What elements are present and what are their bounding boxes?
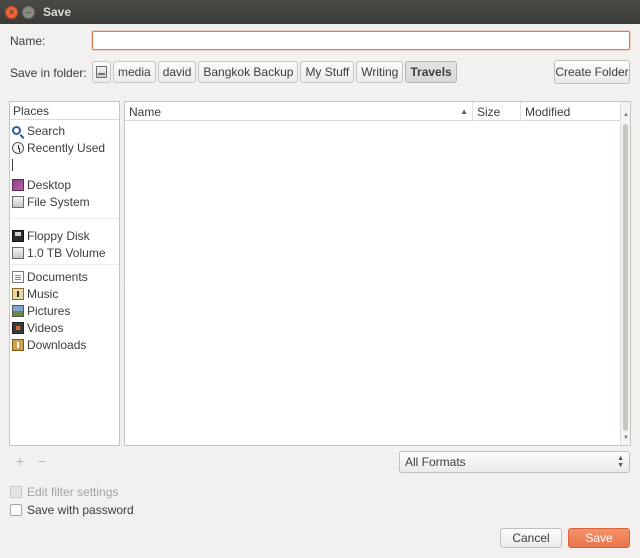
- checkbox-box: [10, 486, 22, 498]
- drive-icon: [12, 195, 24, 208]
- documents-icon: [12, 270, 24, 283]
- save-with-password-label: Save with password: [27, 503, 134, 517]
- pictures-icon: [12, 304, 24, 317]
- scrollbar-thumb[interactable]: [623, 124, 628, 431]
- breadcrumb-david[interactable]: david: [157, 61, 197, 83]
- sort-ascending-icon: ▲: [460, 107, 468, 116]
- window-title: Save: [43, 5, 72, 19]
- column-header-size[interactable]: Size: [473, 102, 521, 121]
- places-item-pictures[interactable]: Pictures: [10, 302, 119, 319]
- file-format-select[interactable]: All Formats ▲ ▼: [399, 451, 630, 473]
- places-item-file-system[interactable]: File System: [10, 193, 119, 210]
- file-list[interactable]: Name ▲ Size Modified ▲ ▼: [124, 101, 631, 446]
- music-icon: [12, 287, 24, 300]
- recent-icon: [12, 141, 24, 154]
- places-item-floppy-disk[interactable]: Floppy Disk: [10, 227, 119, 244]
- places-item-music[interactable]: Music: [10, 285, 119, 302]
- places-item-desktop[interactable]: Desktop: [10, 176, 119, 193]
- drive-icon: [96, 66, 107, 78]
- save-with-password-checkbox[interactable]: Save with password: [10, 503, 134, 517]
- places-item-label: Music: [27, 286, 59, 301]
- places-separator: [10, 218, 119, 219]
- remove-bookmark-button[interactable]: −: [35, 454, 49, 468]
- places-item-label: Search: [27, 123, 66, 138]
- breadcrumb-media[interactable]: media: [113, 61, 156, 83]
- column-header-modified[interactable]: Modified: [521, 102, 620, 121]
- breadcrumb-my-stuff[interactable]: My Stuff: [300, 61, 355, 83]
- places-item-label: Downloads: [27, 337, 87, 352]
- places-item-label: Documents: [27, 269, 88, 284]
- search-icon: [12, 126, 21, 135]
- videos-icon: [12, 321, 24, 334]
- file-format-value: All Formats: [405, 455, 466, 469]
- places-item-recently-used[interactable]: Recently Used: [10, 139, 119, 156]
- breadcrumb-root-drive[interactable]: [92, 61, 111, 83]
- places-separator: [10, 264, 119, 265]
- places-item-label: 1.0 TB Volume: [27, 245, 106, 260]
- file-list-scrollbar[interactable]: ▲ ▼: [620, 102, 630, 445]
- name-input[interactable]: [92, 31, 630, 50]
- create-folder-button[interactable]: Create Folder: [554, 60, 630, 84]
- minimize-icon[interactable]: –: [22, 5, 35, 19]
- places-header[interactable]: Places: [10, 102, 119, 120]
- breadcrumb-travels[interactable]: Travels: [405, 61, 457, 83]
- desktop-icon: [12, 178, 24, 191]
- scroll-up-icon[interactable]: ▲: [621, 110, 630, 120]
- save-button[interactable]: Save: [568, 528, 630, 548]
- breadcrumb-bangkok-backup[interactable]: Bangkok Backup: [198, 61, 299, 83]
- breadcrumb-writing[interactable]: Writing: [356, 61, 404, 83]
- places-item-label: Desktop: [27, 177, 72, 192]
- places-item-label: File System: [27, 194, 90, 209]
- places-item-search[interactable]: Search: [10, 122, 119, 139]
- checkbox-box: [10, 504, 22, 516]
- name-label: Name:: [10, 34, 46, 48]
- text-cursor: [12, 159, 13, 171]
- edit-filter-settings-label: Edit filter settings: [27, 485, 119, 499]
- close-icon[interactable]: ×: [5, 5, 18, 19]
- cancel-button[interactable]: Cancel: [500, 528, 562, 548]
- places-item-label: Recently Used: [27, 140, 106, 155]
- places-item-videos[interactable]: Videos: [10, 319, 119, 336]
- places-item-1tb-volume[interactable]: 1.0 TB Volume: [10, 244, 119, 261]
- places-item-label: Videos: [27, 320, 64, 335]
- title-bar: × – Save: [0, 0, 640, 24]
- breadcrumb: media david Bangkok Backup My Stuff Writ…: [92, 61, 457, 83]
- drive-icon: [12, 246, 24, 259]
- edit-filter-settings-checkbox[interactable]: Edit filter settings: [10, 485, 118, 499]
- places-panel: Places Search Recently Used Desktop File…: [9, 101, 120, 446]
- save-in-folder-label: Save in folder:: [10, 66, 87, 80]
- add-bookmark-button[interactable]: +: [13, 454, 27, 468]
- downloads-icon: [12, 338, 24, 351]
- places-item-label: Floppy Disk: [27, 228, 90, 243]
- floppy-icon: [12, 229, 24, 242]
- column-header-name[interactable]: Name ▲: [125, 102, 473, 121]
- file-list-header: Name ▲ Size Modified: [125, 102, 620, 121]
- column-header-label: Name: [129, 104, 162, 119]
- scroll-down-icon[interactable]: ▼: [621, 433, 630, 443]
- places-item-documents[interactable]: Documents: [10, 268, 119, 285]
- places-item-label: Pictures: [27, 303, 71, 318]
- places-item-downloads[interactable]: Downloads: [10, 336, 119, 353]
- spinner-arrows-icon: ▲ ▼: [617, 455, 624, 469]
